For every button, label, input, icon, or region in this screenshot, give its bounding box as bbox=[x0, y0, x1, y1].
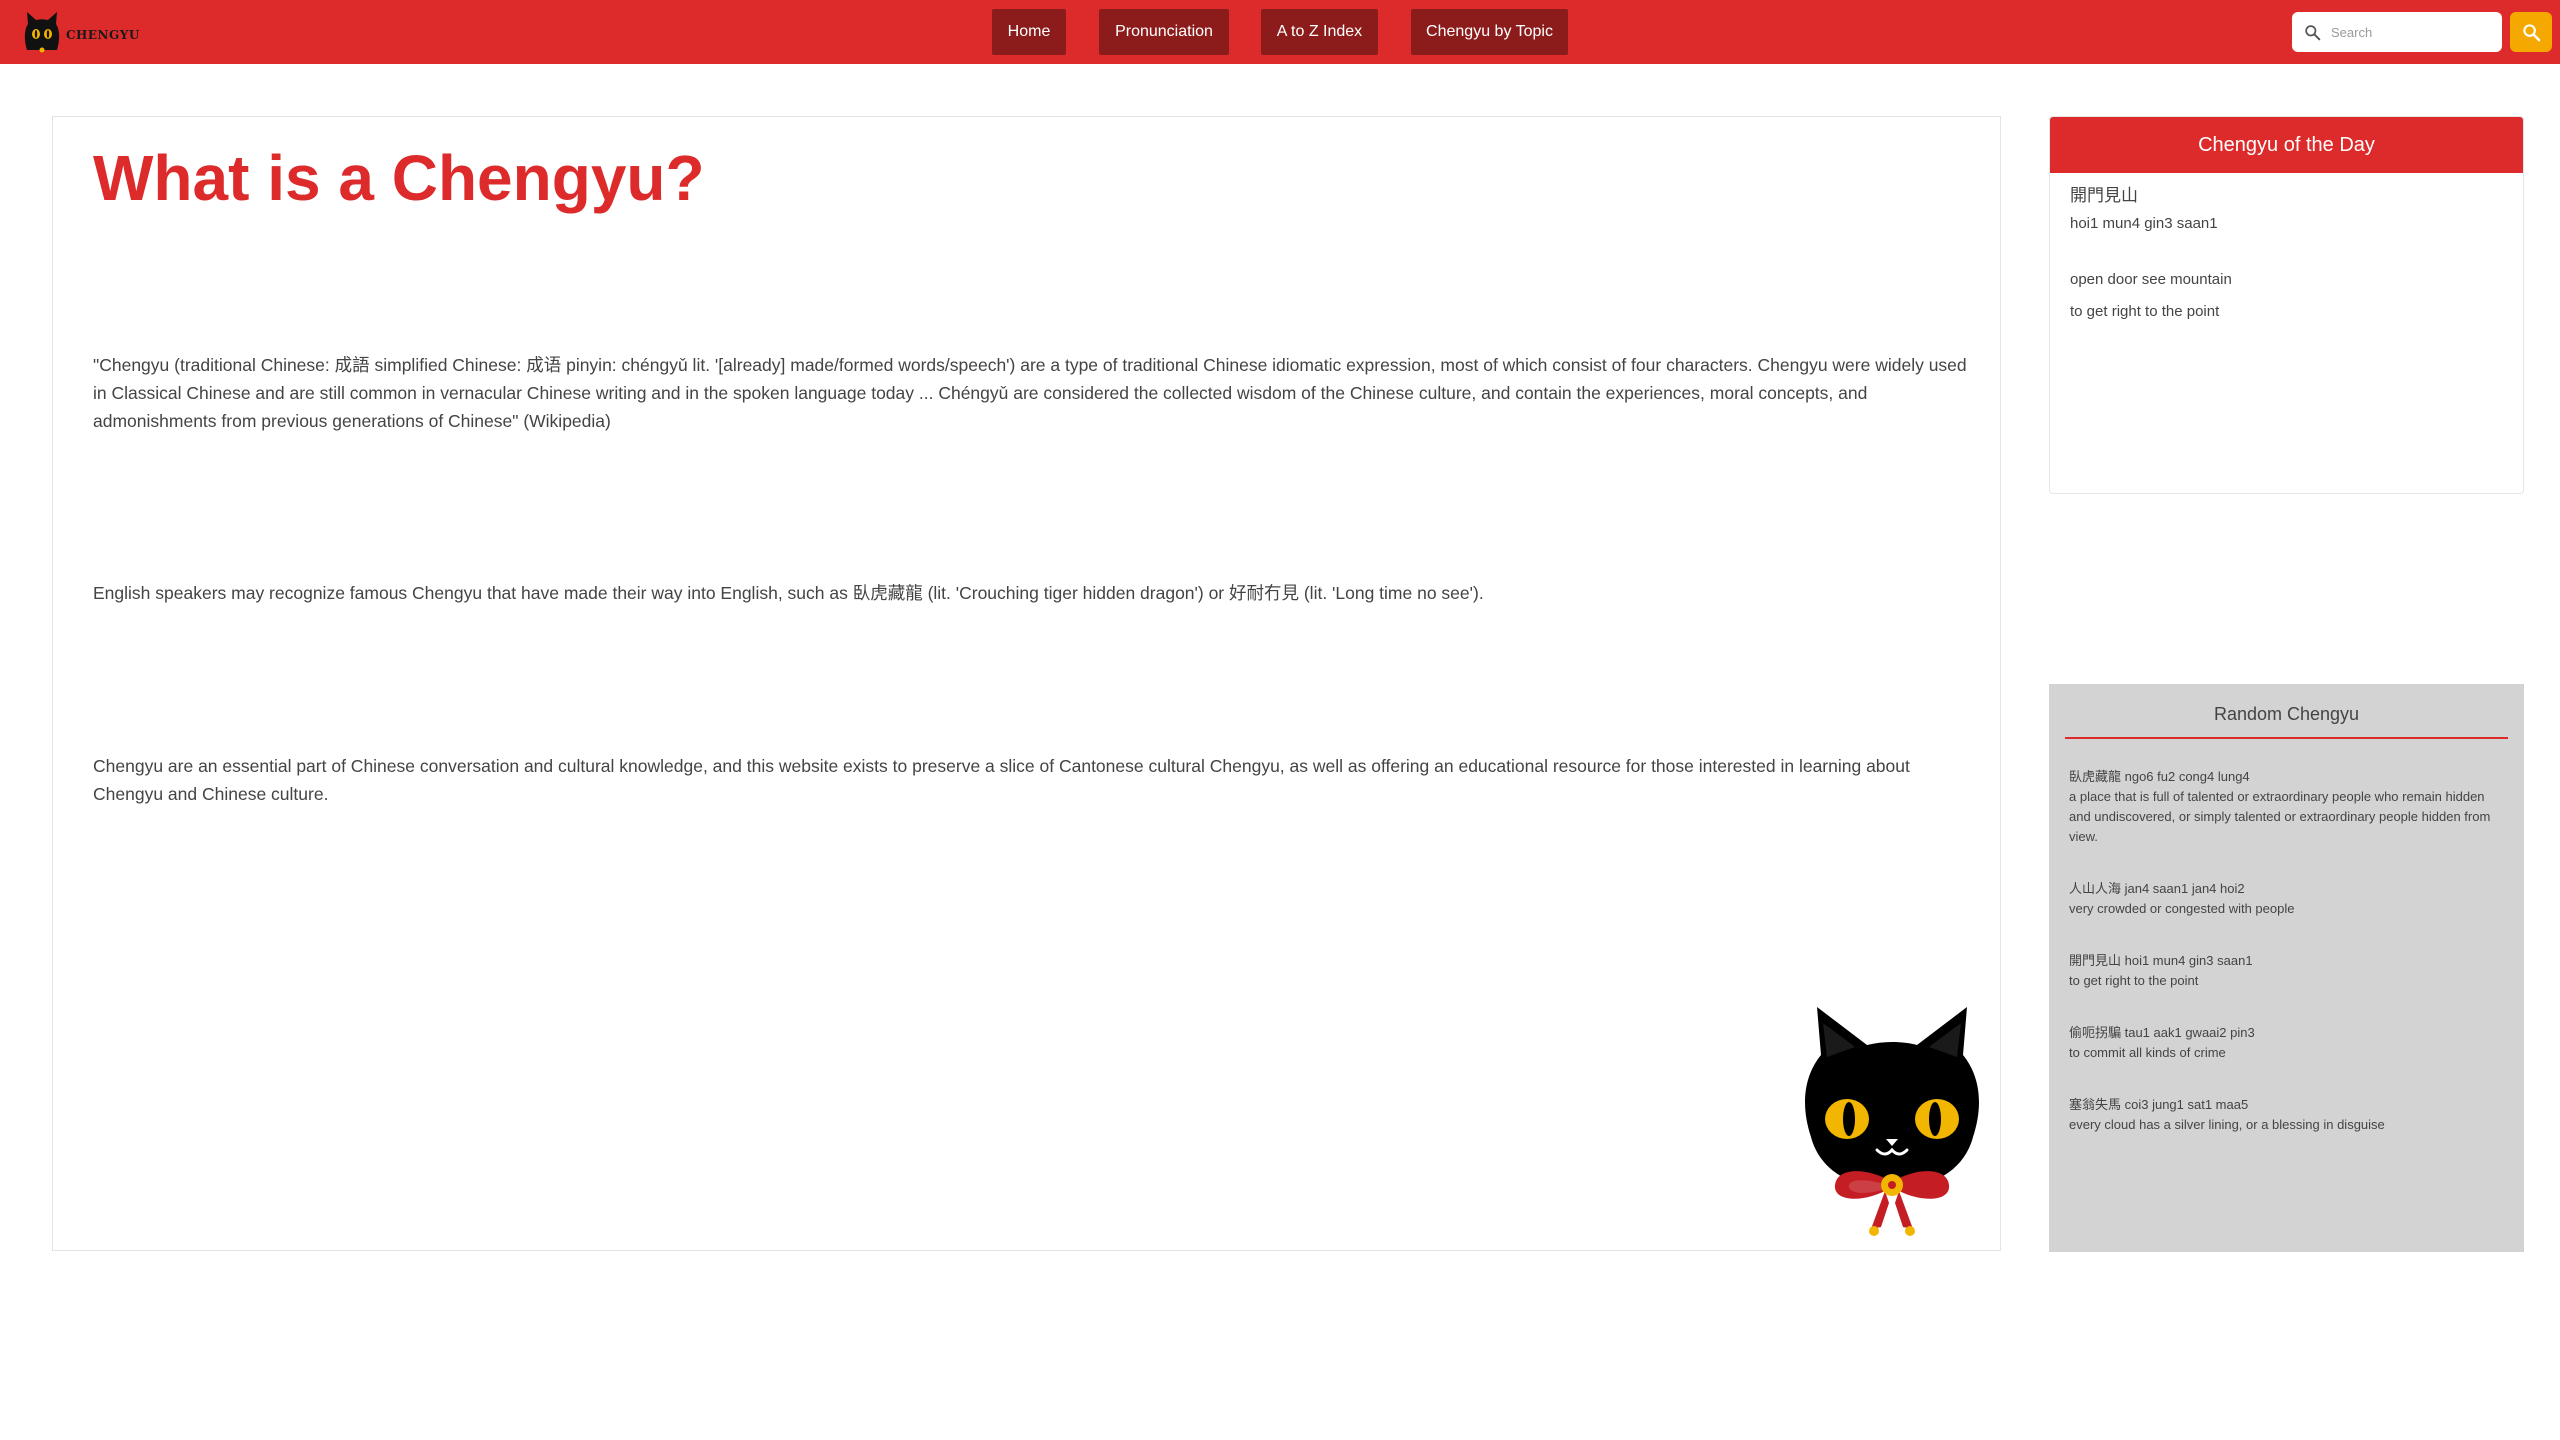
day-chengyu-jyutping: hoi1 mun4 gin3 saan1 bbox=[2070, 215, 2218, 232]
site-logo[interactable]: CHENGYU bbox=[22, 10, 140, 54]
random-chengyu-card: Random Chengyu 臥虎藏龍 ngo6 fu2 cong4 lung4… bbox=[2049, 684, 2524, 1252]
page-title: What is a Chengyu? bbox=[93, 142, 705, 214]
random-chengyu-meaning: to commit all kinds of crime bbox=[2069, 1045, 2226, 1060]
random-chengyu-meaning: a place that is full of talented or extr… bbox=[2069, 789, 2491, 844]
list-item: 塞翁失馬 coi3 jung1 sat1 maa5 every cloud ha… bbox=[2069, 1095, 2504, 1135]
random-chengyu-meaning: every cloud has a silver lining, or a bl… bbox=[2069, 1117, 2385, 1132]
random-chengyu-meaning: to get right to the point bbox=[2069, 973, 2199, 988]
search-input[interactable] bbox=[2329, 23, 2489, 41]
random-chengyu-link[interactable]: 臥虎藏龍 ngo6 fu2 cong4 lung4 bbox=[2069, 767, 2504, 787]
random-chengyu-link[interactable]: 塞翁失馬 coi3 jung1 sat1 maa5 bbox=[2069, 1095, 2504, 1115]
day-chengyu-characters: 開門見山 bbox=[2070, 186, 2138, 205]
magnifier-icon bbox=[2522, 23, 2540, 41]
list-item: 開門見山 hoi1 mun4 gin3 saan1 to get right t… bbox=[2069, 951, 2504, 991]
list-item: 偷呃拐騙 tau1 aak1 gwaai2 pin3 to commit all… bbox=[2069, 1023, 2504, 1063]
intro-paragraph: "Chengyu (traditional Chinese: 成語 simpli… bbox=[93, 355, 1967, 431]
random-chengyu-list: 臥虎藏龍 ngo6 fu2 cong4 lung4 a place that i… bbox=[2049, 767, 2524, 1135]
nav-pronunciation-button[interactable]: Pronunciation bbox=[1099, 9, 1229, 55]
random-chengyu-link[interactable]: 開門見山 hoi1 mun4 gin3 saan1 bbox=[2069, 951, 2504, 971]
random-chengyu-link[interactable]: 人山人海 jan4 saan1 jan4 hoi2 bbox=[2069, 879, 2504, 899]
random-chengyu-meaning: very crowded or congested with people bbox=[2069, 901, 2295, 916]
random-title-divider bbox=[2065, 737, 2508, 739]
search-box bbox=[2292, 12, 2502, 52]
chengyu-of-the-day-card: Chengyu of the Day 開門見山 hoi1 mun4 gin3 s… bbox=[2049, 116, 2524, 494]
day-chengyu-meaning: to get right to the point bbox=[2070, 303, 2220, 320]
site-purpose-paragraph: Chengyu are an essential part of Chinese… bbox=[93, 756, 1910, 804]
nav-a-to-z-index-button[interactable]: A to Z Index bbox=[1261, 9, 1378, 55]
black-cat-logo-icon bbox=[24, 12, 60, 53]
search-icon bbox=[2305, 24, 2321, 40]
logo-text: CHENGYU bbox=[66, 28, 140, 42]
top-navbar: CHENGYU Home Pronunciation A to Z Index … bbox=[0, 0, 2560, 64]
chengyu-of-the-day-body: 開門見山 hoi1 mun4 gin3 saan1 open door see … bbox=[2050, 173, 2523, 331]
black-cat-mascot-icon bbox=[1805, 1007, 1979, 1236]
nav-home-button[interactable]: Home bbox=[992, 9, 1066, 55]
list-item: 臥虎藏龍 ngo6 fu2 cong4 lung4 a place that i… bbox=[2069, 767, 2504, 847]
day-chengyu-literal: open door see mountain bbox=[2070, 271, 2232, 288]
main-content-card: What is a Chengyu? "Chengyu (traditional… bbox=[52, 116, 2001, 1251]
search-button[interactable] bbox=[2510, 12, 2552, 52]
list-item: 人山人海 jan4 saan1 jan4 hoi2 very crowded o… bbox=[2069, 879, 2504, 919]
random-chengyu-link[interactable]: 偷呃拐騙 tau1 aak1 gwaai2 pin3 bbox=[2069, 1023, 2504, 1043]
nav-chengyu-by-topic-button[interactable]: Chengyu by Topic bbox=[1411, 9, 1568, 55]
english-examples-paragraph: English speakers may recognize famous Ch… bbox=[93, 583, 1484, 603]
chengyu-of-the-day-header: Chengyu of the Day bbox=[2050, 117, 2523, 173]
random-chengyu-title: Random Chengyu bbox=[2213, 704, 2360, 724]
